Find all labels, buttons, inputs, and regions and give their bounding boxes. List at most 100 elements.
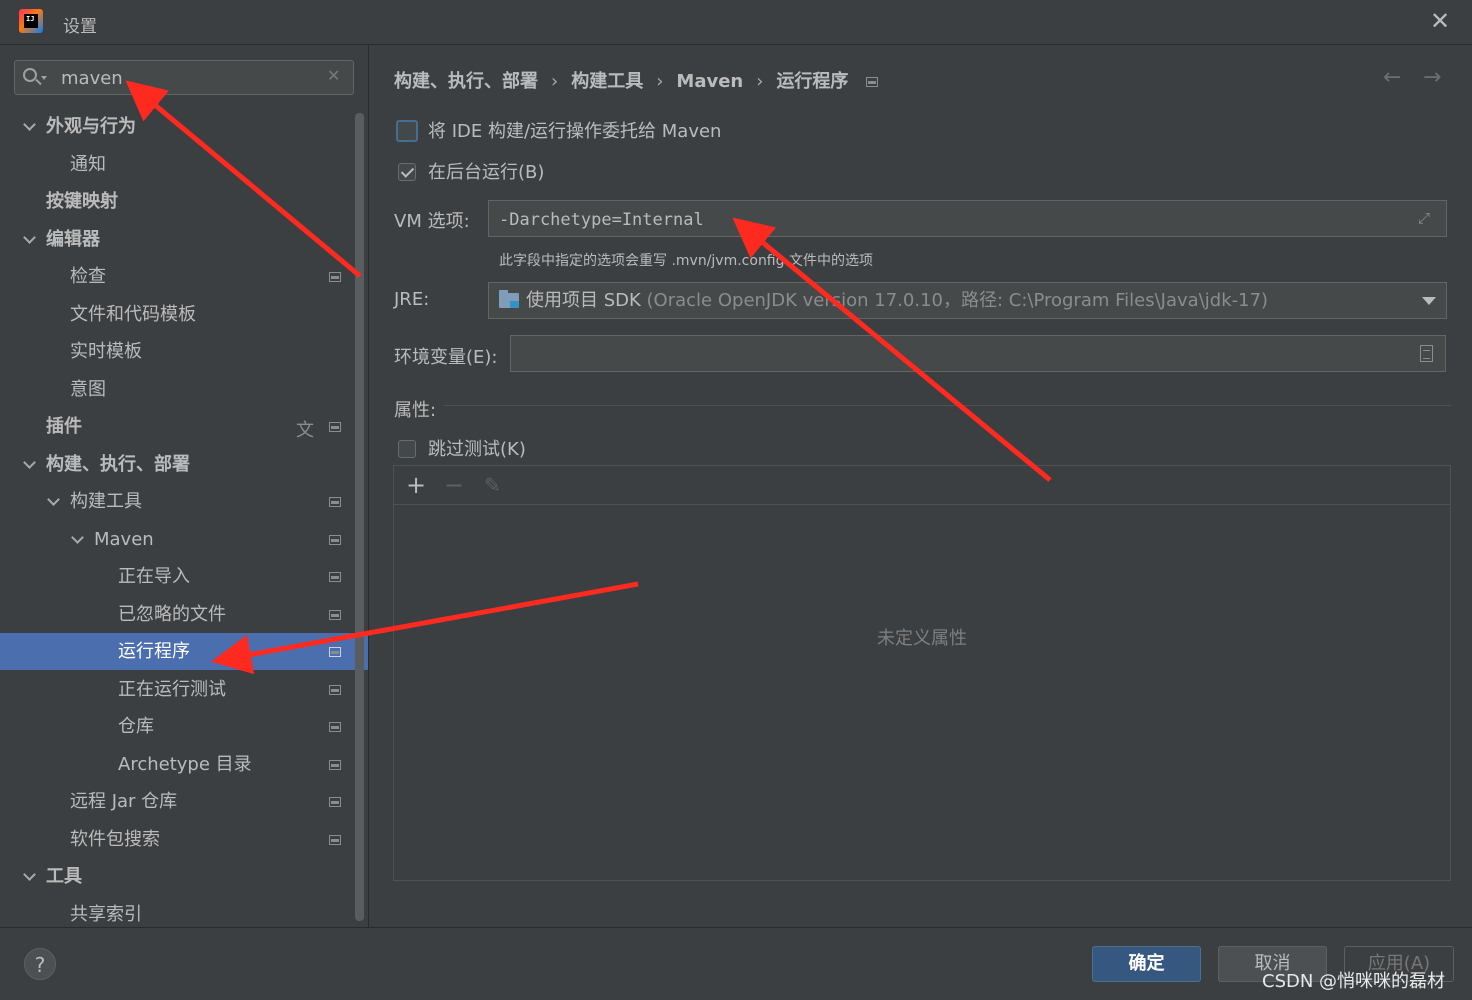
sdk-folder-icon	[499, 290, 519, 308]
breadcrumb: 构建、执行、部署 › 构建工具 › Maven › 运行程序	[394, 67, 879, 93]
edit-icon[interactable]: ✎	[484, 471, 501, 499]
tree-item-package-search[interactable]: 软件包搜索	[0, 821, 354, 858]
tree-item-maven[interactable]: Maven	[0, 521, 354, 558]
tree-item-label: 检查	[70, 266, 106, 287]
properties-toolbar: + − ✎	[394, 466, 1450, 505]
tree-item-file-code-templates[interactable]: 文件和代码模板	[0, 296, 354, 333]
chevron-down-icon[interactable]	[23, 858, 37, 895]
search-icon[interactable]	[23, 68, 37, 82]
tree-item-plugins[interactable]: 插件 文	[0, 408, 354, 445]
skip-tests-label: 跳过测试(K)	[428, 439, 526, 460]
chevron-down-icon[interactable]	[71, 521, 85, 558]
chevron-down-icon[interactable]	[41, 76, 47, 80]
project-level-icon	[329, 610, 341, 620]
run-in-background-checkbox[interactable]	[398, 163, 416, 181]
env-vars-label: 环境变量(E):	[394, 347, 498, 368]
run-in-background-label: 在后台运行(B)	[428, 162, 545, 183]
chevron-down-icon[interactable]	[47, 483, 61, 520]
tree-item-label: 构建、执行、部署	[46, 454, 190, 475]
tree-item-runner[interactable]: 运行程序	[0, 633, 368, 670]
delegate-to-maven-label: 将 IDE 构建/运行操作委托给 Maven	[428, 121, 722, 142]
tree-item-intentions[interactable]: 意图	[0, 371, 354, 408]
chevron-down-icon[interactable]	[23, 221, 37, 258]
add-icon[interactable]: +	[406, 471, 426, 499]
chevron-down-icon[interactable]	[23, 446, 37, 483]
properties-table: + − ✎ 未定义属性	[393, 465, 1451, 881]
tree-item-tools[interactable]: 工具	[0, 858, 354, 895]
tree-item-running-tests[interactable]: 正在运行测试	[0, 671, 354, 708]
project-level-icon	[329, 797, 341, 807]
chevron-down-icon[interactable]	[23, 108, 37, 145]
project-level-icon	[329, 722, 341, 732]
project-level-icon	[329, 760, 341, 770]
tree-item-label: 编辑器	[46, 229, 100, 250]
tree-item-appearance-behavior[interactable]: 外观与行为	[0, 108, 354, 145]
properties-separator	[444, 405, 1451, 406]
close-icon[interactable]: ✕	[1428, 8, 1452, 34]
clear-search-icon[interactable]: ✕	[327, 66, 340, 85]
tree-item-label: 外观与行为	[46, 116, 136, 137]
translate-icon: 文	[296, 420, 314, 441]
runner-settings-panel: 构建、执行、部署 › 构建工具 › Maven › 运行程序 ← → 将 IDE 构建/运行…	[369, 45, 1472, 927]
project-level-icon	[329, 272, 341, 282]
tree-item-label: 意图	[70, 379, 106, 400]
tree-item-keymap[interactable]: 按键映射	[0, 183, 354, 220]
jre-detail-text: (Oracle OpenJDK version 17.0.10，路径: C:\P…	[640, 290, 1269, 311]
tree-item-remote-jar-repositories[interactable]: 远程 Jar 仓库	[0, 783, 354, 820]
tree-item-build-execution-deployment[interactable]: 构建、执行、部署	[0, 446, 354, 483]
tree-item-label: 正在运行测试	[118, 679, 226, 700]
empty-properties-text: 未定义属性	[877, 628, 967, 649]
remove-icon[interactable]: −	[444, 471, 464, 499]
tree-item-repositories[interactable]: 仓库	[0, 708, 354, 745]
tree-item-label: 已忽略的文件	[118, 604, 226, 625]
breadcrumb-separator: ›	[551, 71, 559, 92]
tree-item-label: 运行程序	[118, 641, 190, 662]
project-level-icon	[329, 685, 341, 695]
tree-item-label: Maven	[94, 529, 154, 550]
skip-tests-checkbox[interactable]	[398, 440, 416, 458]
vm-options-input[interactable]	[497, 206, 1401, 233]
tree-item-label: 远程 Jar 仓库	[70, 791, 178, 812]
chevron-down-icon[interactable]	[1422, 297, 1436, 305]
ok-button[interactable]: 确定	[1092, 946, 1201, 982]
csdn-watermark: CSDN @悄咪咪的磊材	[1262, 971, 1446, 992]
dialog-footer: ? 确定 取消 应用(A)	[0, 927, 1472, 1000]
project-level-icon	[329, 497, 341, 507]
tree-item-label: Archetype 目录	[118, 754, 252, 775]
tree-item-build-tools[interactable]: 构建工具	[0, 483, 354, 520]
window-title: 设置	[63, 17, 97, 37]
tree-item-importing[interactable]: 正在导入	[0, 558, 354, 595]
back-arrow-icon[interactable]: ←	[1383, 65, 1401, 90]
tree-item-live-templates[interactable]: 实时模板	[0, 333, 354, 370]
tree-item-label: 按键映射	[46, 191, 118, 212]
project-level-icon	[329, 835, 341, 845]
jre-selected-value: 使用项目 SDK (Oracle OpenJDK version 17.0.10…	[526, 283, 1268, 318]
tree-item-editor[interactable]: 编辑器	[0, 221, 354, 258]
tree-item-label: 实时模板	[70, 341, 142, 362]
tree-item-ignored-files[interactable]: 已忽略的文件	[0, 596, 354, 633]
vm-options-label: VM 选项:	[394, 211, 470, 232]
tree-item-archetype-catalogs[interactable]: Archetype 目录	[0, 746, 354, 783]
expand-icon[interactable]: ⤢	[1418, 209, 1436, 227]
intellij-logo-icon: IJ	[19, 9, 43, 33]
tree-item-inspections[interactable]: 检查	[0, 258, 354, 295]
vm-options-field[interactable]: ⤢	[488, 200, 1447, 237]
forward-arrow-icon[interactable]: →	[1423, 65, 1441, 90]
help-button[interactable]: ?	[24, 948, 56, 980]
jre-main-text: 使用项目 SDK	[526, 290, 641, 311]
search-input[interactable]	[59, 65, 313, 92]
breadcrumb-separator: ›	[756, 71, 764, 92]
settings-search[interactable]: ✕	[14, 60, 354, 95]
breadcrumb-separator: ›	[656, 71, 664, 92]
delegate-to-maven-checkbox[interactable]	[396, 120, 418, 142]
sidebar-scrollbar[interactable]	[355, 113, 364, 921]
breadcrumb-item: Maven	[676, 71, 744, 92]
project-level-icon	[329, 572, 341, 582]
env-vars-field[interactable]	[510, 335, 1446, 372]
jre-label: JRE:	[394, 289, 430, 310]
project-level-icon	[329, 422, 341, 432]
browse-document-icon[interactable]	[1420, 345, 1433, 362]
jre-select[interactable]: 使用项目 SDK (Oracle OpenJDK version 17.0.10…	[488, 282, 1447, 319]
tree-item-label: 插件	[46, 416, 82, 437]
tree-item-notifications[interactable]: 通知	[0, 146, 354, 183]
